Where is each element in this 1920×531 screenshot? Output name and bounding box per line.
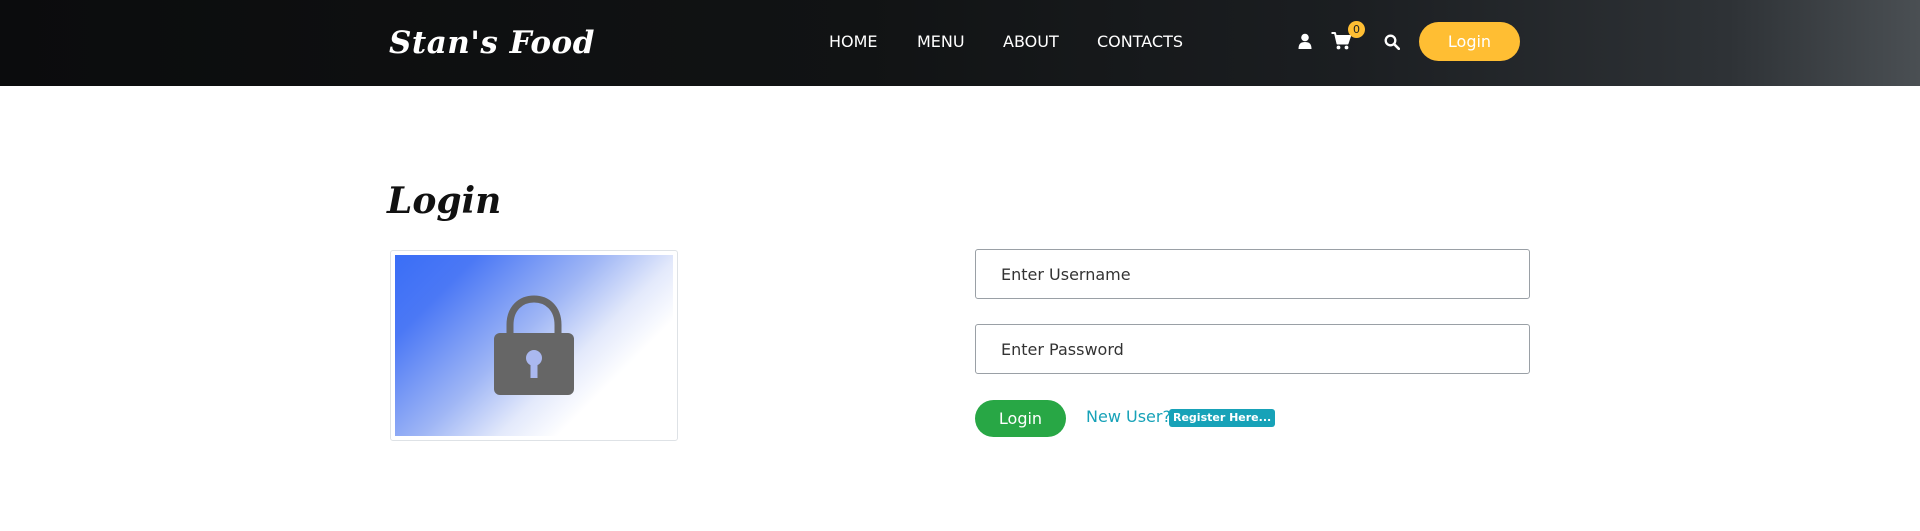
header-login-button[interactable]: Login xyxy=(1419,22,1520,61)
password-input[interactable] xyxy=(975,324,1530,374)
top-navbar: Stan's Food HOME MENU ABOUT CONTACTS 0 L… xyxy=(0,0,1920,86)
brand-logo[interactable]: Stan's Food xyxy=(389,18,595,68)
user-icon[interactable] xyxy=(1298,33,1312,49)
new-user-link[interactable]: New User? xyxy=(1086,405,1171,429)
cart-count-badge: 0 xyxy=(1348,21,1365,38)
username-input[interactable] xyxy=(975,249,1530,299)
nav-contacts[interactable]: CONTACTS xyxy=(1097,30,1183,54)
login-image xyxy=(390,250,678,441)
nav-home[interactable]: HOME xyxy=(829,30,878,54)
register-here-badge[interactable]: Register Here... xyxy=(1169,409,1276,427)
login-submit-button[interactable]: Login xyxy=(975,400,1066,437)
page-title: Login xyxy=(387,180,502,222)
lock-icon xyxy=(494,295,574,395)
cart-icon[interactable] xyxy=(1331,31,1351,51)
nav-about[interactable]: ABOUT xyxy=(1003,30,1059,54)
login-image-background xyxy=(395,255,673,436)
search-icon[interactable] xyxy=(1384,34,1400,50)
nav-menu[interactable]: MENU xyxy=(917,30,965,54)
